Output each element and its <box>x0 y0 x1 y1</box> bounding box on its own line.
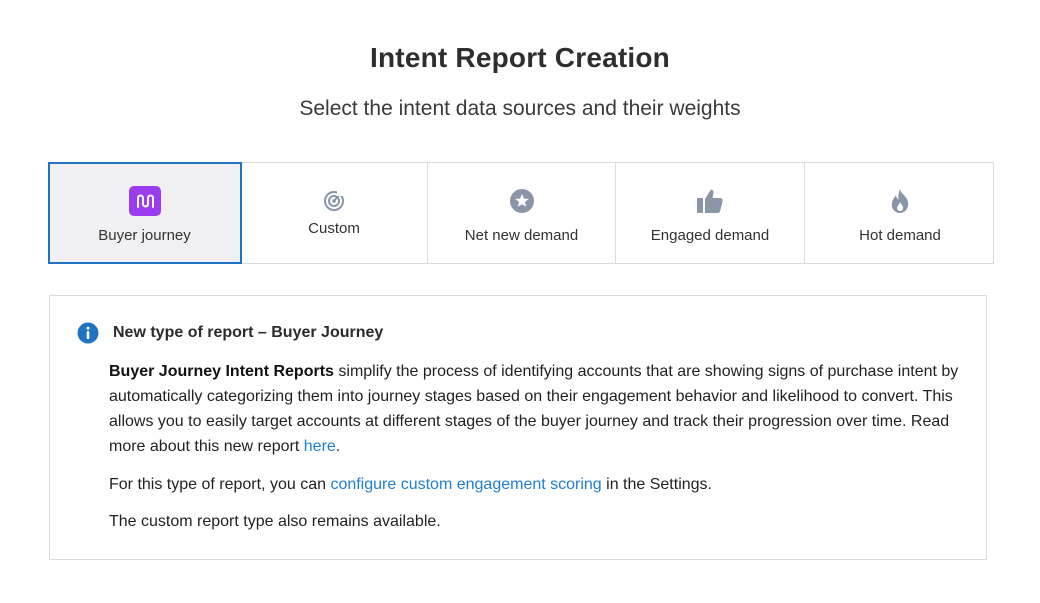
info-text: For this type of report, you can <box>109 476 331 493</box>
info-heading: New type of report – Buyer Journey <box>113 324 384 341</box>
read-more-link[interactable]: here <box>304 438 336 455</box>
option-engaged-demand[interactable]: Engaged demand <box>616 163 805 263</box>
info-panel: New type of report – Buyer Journey Buyer… <box>49 295 987 560</box>
option-hot-demand[interactable]: Hot demand <box>805 163 995 263</box>
configure-scoring-link[interactable]: configure custom engagement scoring <box>330 476 601 493</box>
page-title: Intent Report Creation <box>370 42 670 73</box>
info-paragraph-2: For this type of report, you can configu… <box>109 472 969 497</box>
option-net-new-demand[interactable]: Net new demand <box>428 163 616 263</box>
option-label: Hot demand <box>859 227 941 244</box>
info-icon <box>77 322 99 344</box>
info-paragraph-3: The custom report type also remains avai… <box>109 513 441 530</box>
thumbs-up-icon <box>697 189 723 213</box>
info-text: . <box>335 438 341 455</box>
info-body: Buyer Journey Intent Reports simplify th… <box>109 359 969 547</box>
info-bold-title: Buyer Journey Intent Reports <box>109 363 334 380</box>
info-text: in the Settings. <box>601 476 712 493</box>
route-icon <box>128 186 161 216</box>
option-label: Net new demand <box>464 227 579 244</box>
target-icon <box>324 191 344 211</box>
option-custom[interactable]: Custom <box>241 163 428 263</box>
option-buyer-journey[interactable]: Buyer journey <box>48 162 242 264</box>
option-label: Engaged demand <box>650 227 770 244</box>
option-label: Custom <box>308 220 360 237</box>
option-label: Buyer journey <box>98 227 191 244</box>
info-paragraph-1: Buyer Journey Intent Reports simplify th… <box>109 359 969 459</box>
flame-icon <box>891 189 909 213</box>
report-type-selector: Buyer journey Custom Net new demand Enga… <box>48 162 994 264</box>
star-icon <box>509 189 534 213</box>
page-subtitle: Select the intent data sources and their… <box>299 97 741 120</box>
